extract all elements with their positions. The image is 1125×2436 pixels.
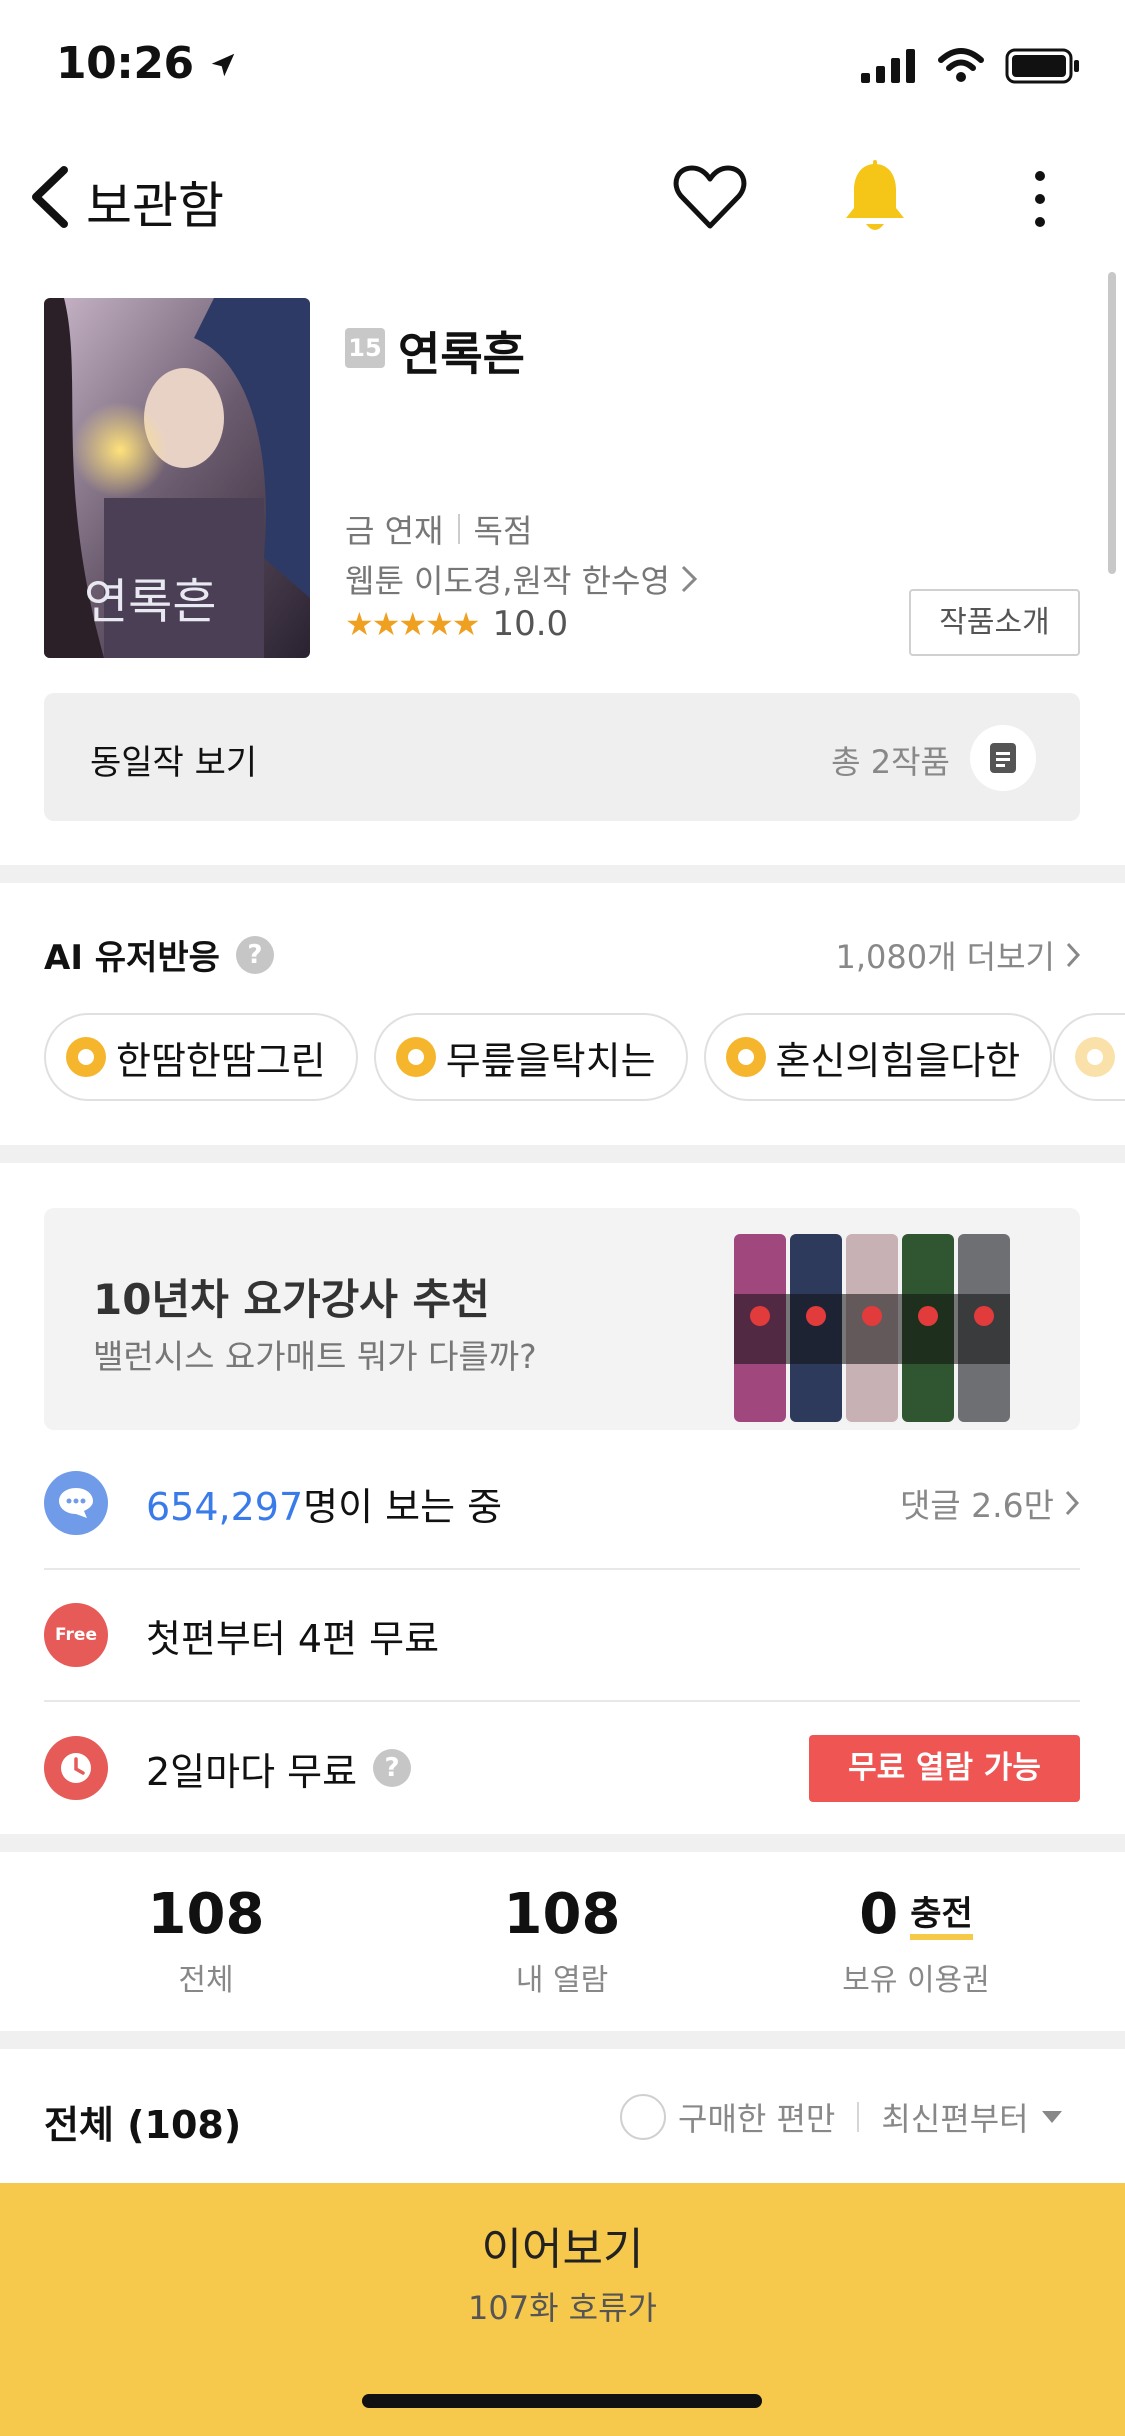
stat-tickets: 0 충전 보유 이용권: [766, 1882, 1066, 1999]
reaction-chips: 한땀한땀그린 무릎을탁치는 혼신의힘을다한: [44, 1013, 1053, 1101]
viewers-count: 654,297: [146, 1484, 304, 1529]
ad-banner[interactable]: 10년차 요가강사 추천 밸런시스 요가매트 뭐가 다를까?: [44, 1208, 1080, 1430]
rating-stars: ★★★★★: [345, 605, 480, 643]
wait-free-text: 2일마다 무료: [146, 1749, 358, 1794]
charge-link[interactable]: 충전: [910, 1894, 973, 1940]
purchased-only-radio[interactable]: [620, 2094, 666, 2140]
reaction-chip[interactable]: 무릎을탁치는: [373, 1013, 688, 1101]
section-divider: [0, 1834, 1125, 1852]
ad-title: 10년차 요가강사 추천: [93, 1275, 490, 1324]
chevron-right-icon: [681, 565, 698, 593]
ai-reactions-label: AI 유저반응: [44, 938, 220, 978]
episode-list-title: 전체 (108): [44, 2103, 242, 2147]
stat-read-label: 내 열람: [515, 1963, 609, 1998]
list-icon: [970, 725, 1036, 791]
viewers-text: 654,297명이 보는 중: [146, 1476, 502, 1531]
author-text: 웹툰 이도경,원작 한수영: [345, 562, 670, 600]
cover-image: 연록흔: [44, 298, 310, 658]
free-badge-icon: Free: [44, 1603, 108, 1667]
chip-label: 한땀한땀그린: [116, 1038, 326, 1083]
nav-back-label[interactable]: 보관함: [86, 166, 224, 238]
clock-icon: [44, 1736, 108, 1800]
section-divider: [0, 1145, 1125, 1163]
stat-ticket-label: 보유 이용권: [842, 1963, 990, 1998]
comic-title: 연록흔: [398, 327, 525, 381]
rating-value: 10.0: [492, 604, 569, 644]
wait-free-row: 2일마다 무료 ? 무료 열람 가능: [44, 1702, 1080, 1834]
home-indicator[interactable]: [362, 2394, 762, 2408]
back-chevron-icon[interactable]: [24, 162, 84, 232]
viewers-suffix: 명이 보는 중: [303, 1484, 503, 1529]
stat-total-label: 전체: [178, 1963, 234, 1998]
comments-link[interactable]: 댓글 2.6만: [900, 1479, 1080, 1527]
cover-title-text: 연록흔: [84, 574, 216, 630]
heart-icon[interactable]: [673, 162, 747, 232]
meta-separator: [457, 514, 460, 544]
ai-reactions-more[interactable]: 1,080개 더보기: [835, 932, 1081, 978]
status-icons: [861, 48, 1081, 84]
chat-bubble-icon: [44, 1471, 108, 1535]
chip-label: 무릎을탁치는: [445, 1038, 656, 1083]
status-time: 10:26: [56, 38, 238, 89]
free-episodes-text: 첫편부터 4편 무료: [146, 1616, 440, 1661]
sort-dropdown[interactable]: 최신편부터: [881, 2094, 1028, 2140]
age-rating-badge: 15: [345, 328, 385, 368]
bell-icon[interactable]: [842, 160, 908, 236]
purchased-only-label[interactable]: 구매한 편만: [678, 2094, 835, 2140]
continue-reading-episode: 107화 호류가: [467, 2289, 657, 2327]
rating: ★★★★★ 10.0: [345, 604, 568, 644]
stat-total: 108 전체: [56, 1882, 356, 1999]
same-author-count: 총 2작품: [831, 743, 950, 781]
ai-reactions-title: AI 유저반응 ?: [44, 930, 274, 979]
signal-icon: [861, 49, 915, 83]
section-divider: [0, 2031, 1125, 2049]
location-arrow-icon: [212, 53, 235, 77]
help-icon[interactable]: ?: [373, 1749, 412, 1787]
reaction-chip[interactable]: 혼신의힘을다한: [703, 1013, 1053, 1101]
yoga-mat-image: [734, 1234, 1010, 1422]
stat-ticket-number: 0: [859, 1882, 899, 1947]
coin-icon: [66, 1037, 106, 1077]
section-divider: [0, 865, 1125, 883]
help-icon[interactable]: ?: [235, 935, 274, 974]
serial-schedule: 금 연재: [345, 512, 444, 550]
scrollbar[interactable]: [1108, 272, 1116, 574]
reaction-chip[interactable]: 한땀한땀그린: [44, 1013, 358, 1101]
stat-read-number: 108: [503, 1882, 621, 1947]
more-vertical-icon[interactable]: [1022, 168, 1058, 230]
list-filters: 구매한 편만 최신편부터: [620, 2094, 1063, 2140]
coin-icon: [725, 1037, 766, 1077]
coin-icon: [395, 1037, 436, 1077]
chevron-right-icon: [1065, 1490, 1080, 1516]
filter-separator: [857, 2102, 860, 2132]
viewers-row[interactable]: 654,297명이 보는 중 댓글 2.6만: [44, 1438, 1080, 1570]
same-author-banner[interactable]: 동일작 보기 총 2작품: [44, 693, 1080, 821]
same-author-label: 동일작 보기: [90, 743, 258, 783]
continue-reading-label: 이어보기: [481, 2224, 644, 2275]
stat-total-number: 108: [147, 1882, 265, 1947]
author-link[interactable]: 웹툰 이도경,원작 한수영: [345, 556, 698, 602]
chevron-right-icon: [1066, 942, 1081, 968]
free-episodes-row: Free 첫편부터 4편 무료: [44, 1570, 1080, 1702]
caret-down-icon[interactable]: [1041, 2110, 1063, 2124]
reaction-chip-partial[interactable]: [1053, 1013, 1125, 1101]
free-view-button[interactable]: 무료 열람 가능: [809, 1734, 1080, 1802]
battery-icon: [1005, 48, 1079, 84]
comments-count: 댓글 2.6만: [899, 1486, 1054, 1525]
ad-subtitle: 밸런시스 요가매트 뭐가 다를까?: [93, 1337, 537, 1376]
intro-button[interactable]: 작품소개: [909, 589, 1080, 656]
comic-meta: 금 연재 독점: [345, 506, 532, 552]
stat-read: 108 내 열람: [412, 1882, 712, 1999]
chip-label: 혼신의힘을다한: [775, 1038, 1021, 1083]
wifi-icon: [938, 48, 984, 82]
exclusive-label: 독점: [473, 512, 533, 550]
ai-reactions-more-label: 1,080개 더보기: [835, 938, 1055, 976]
coin-icon: [1075, 1037, 1115, 1077]
